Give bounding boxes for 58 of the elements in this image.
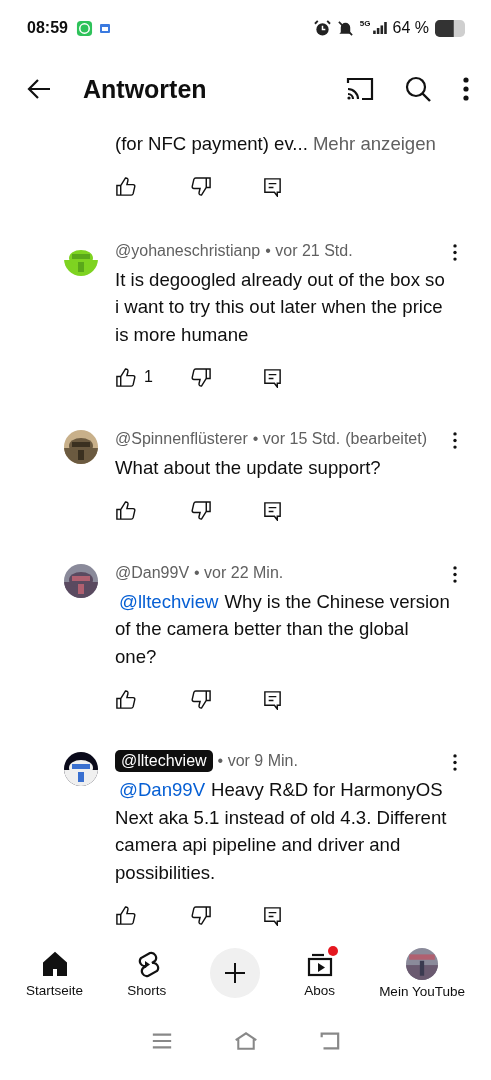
create-button[interactable] [210,948,261,998]
network-type: 5G [359,19,371,28]
thumbs-up-icon [115,688,136,710]
reply-icon[interactable] [262,176,283,197]
nav-tab[interactable]: Abos [304,948,336,998]
comment-author[interactable]: @Spinnenflüsterer [115,430,248,448]
dislike-icon[interactable] [191,366,212,388]
like-button[interactable]: 1 [115,366,191,388]
nav-tab[interactable]: Startseite [26,948,84,998]
show-more-link[interactable]: Mehr anzeigen [312,133,436,154]
battery-percent: 64 % [392,19,429,37]
comment-time: • vor 9 Min. [217,752,298,770]
alarm-clock-icon [313,19,331,37]
more-options-icon[interactable] [463,77,469,101]
comment-time: • vor 15 Std. [252,430,341,448]
comment-text: (for NFC payment) ev... Mehr anzeigen [115,132,437,156]
thumbs-up-icon [115,176,136,197]
comment-text: @lltechview Why is the Chinese version of the camera better than the global one? [115,589,451,669]
dislike-icon[interactable] [191,176,212,197]
clock-time: 08:59 [27,19,68,37]
chat-app-icon [75,19,93,37]
battery-icon [435,19,465,37]
thumbs-up-icon [115,500,136,521]
nav-tab[interactable]: Shorts [127,948,167,998]
dislike-icon[interactable] [191,904,212,926]
reply-icon[interactable] [262,500,283,521]
signal-icon [372,22,387,34]
reply-icon[interactable] [262,904,283,926]
search-icon[interactable] [403,75,433,103]
dislike-icon[interactable] [191,500,212,521]
comment-menu-icon[interactable] [453,432,457,449]
reply-icon[interactable] [262,688,283,710]
home-icon [40,949,69,978]
dislike-icon[interactable] [191,688,212,710]
reply-icon[interactable] [262,366,283,388]
comment-time: • vor 21 Std. [265,241,353,260]
page-title: Antworten [83,74,207,104]
comment-menu-icon[interactable] [453,754,457,771]
comment-author[interactable]: @yohaneschristianp [115,241,261,260]
calendar-icon [98,22,111,34]
comment-author[interactable]: @Dan99V [115,563,190,582]
comment-menu-icon[interactable] [453,565,457,583]
comment-menu-icon[interactable] [453,243,457,261]
comment-time: • vor 22 Min. [194,563,284,582]
mention-link[interactable]: @lltechview [119,590,219,612]
edited-label: (bearbeitet) [345,430,427,448]
thumbs-up-icon [115,904,136,926]
comment-text: It is degoogled already out of the box so i want to try this out later when the price is more humane [115,267,446,347]
plus-icon [223,961,248,985]
thumbs-up-icon [115,366,136,388]
mention-link[interactable]: @Dan99V [119,779,206,800]
comment-text: @Dan99V Heavy R&D for HarmonyOS Next aka 5.1 instead of old 4.3. Different camera api pipeline and driver and possibilities. [115,778,448,885]
cast-icon[interactable] [345,75,375,103]
comment-author[interactable]: @lltechview [115,750,213,772]
profile-tab[interactable]: Mein YouTube [379,947,465,999]
home-icon[interactable] [233,1030,258,1052]
comment-text: What about the update support? [115,456,382,480]
bell-off-icon [336,19,354,37]
